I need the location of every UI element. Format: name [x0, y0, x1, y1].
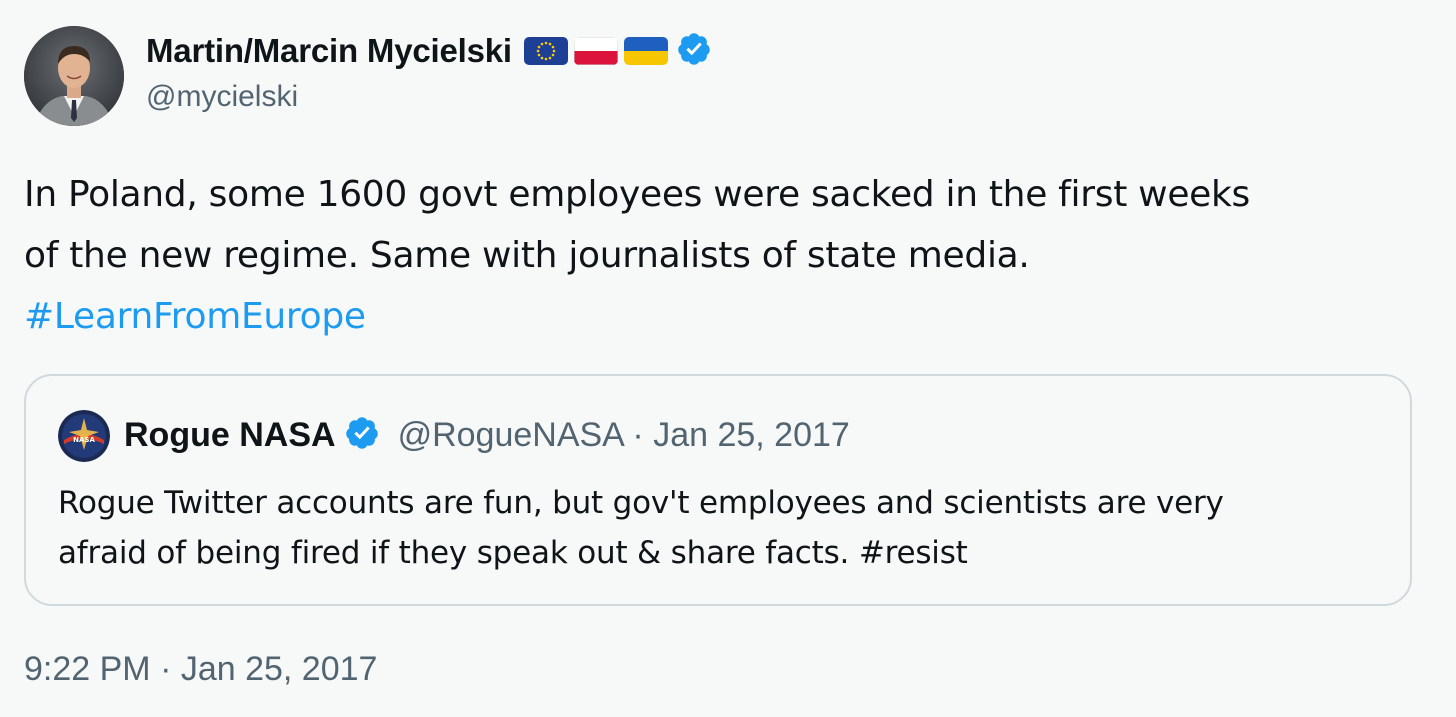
- hashtag-link[interactable]: #LearnFromEurope: [24, 286, 1424, 347]
- quoted-tweet-card[interactable]: NASA Rogue NASA @RogueNASA · Jan 25, 201…: [24, 374, 1412, 606]
- svg-text:NASA: NASA: [73, 436, 95, 444]
- tweet-text: In Poland, some 1600 govt employees were…: [24, 164, 1424, 347]
- quoted-tweet-text: Rogue Twitter accounts are fun, but gov'…: [58, 478, 1388, 578]
- quoted-text-line: afraid of being fired if they speak out …: [58, 535, 968, 571]
- quoted-author-name[interactable]: Rogue NASA: [124, 416, 336, 455]
- tweet-text-line: In Poland, some 1600 govt employees were…: [24, 174, 1251, 215]
- author-handle[interactable]: @mycielski: [146, 80, 298, 114]
- author-name[interactable]: Martin/Marcin Mycielski: [146, 32, 512, 70]
- tweet: Martin/Marcin Mycielski @mycielski In Po…: [0, 0, 1456, 717]
- verified-badge-icon: [676, 31, 712, 71]
- quoted-text-line: Rogue Twitter accounts are fun, but gov'…: [58, 485, 1224, 521]
- tweet-text-line: of the new regime. Same with journalists…: [24, 235, 1030, 276]
- tweet-timestamp[interactable]: 9:22 PM · Jan 25, 2017: [24, 650, 377, 689]
- eu-flag-icon: [523, 37, 568, 65]
- ukraine-flag-icon: [623, 37, 668, 65]
- nasa-logo-icon: NASA: [58, 410, 110, 462]
- author-avatar[interactable]: [24, 26, 124, 126]
- quoted-author-avatar[interactable]: NASA: [58, 410, 110, 462]
- poland-flag-icon: [573, 37, 618, 65]
- verified-badge-icon: [344, 415, 380, 455]
- quoted-handle-date[interactable]: @RogueNASA · Jan 25, 2017: [398, 416, 850, 455]
- quoted-author-row: Rogue NASA @RogueNASA · Jan 25, 2017: [124, 412, 850, 458]
- author-avatar-image: [24, 26, 124, 126]
- author-row: Martin/Marcin Mycielski: [146, 28, 712, 74]
